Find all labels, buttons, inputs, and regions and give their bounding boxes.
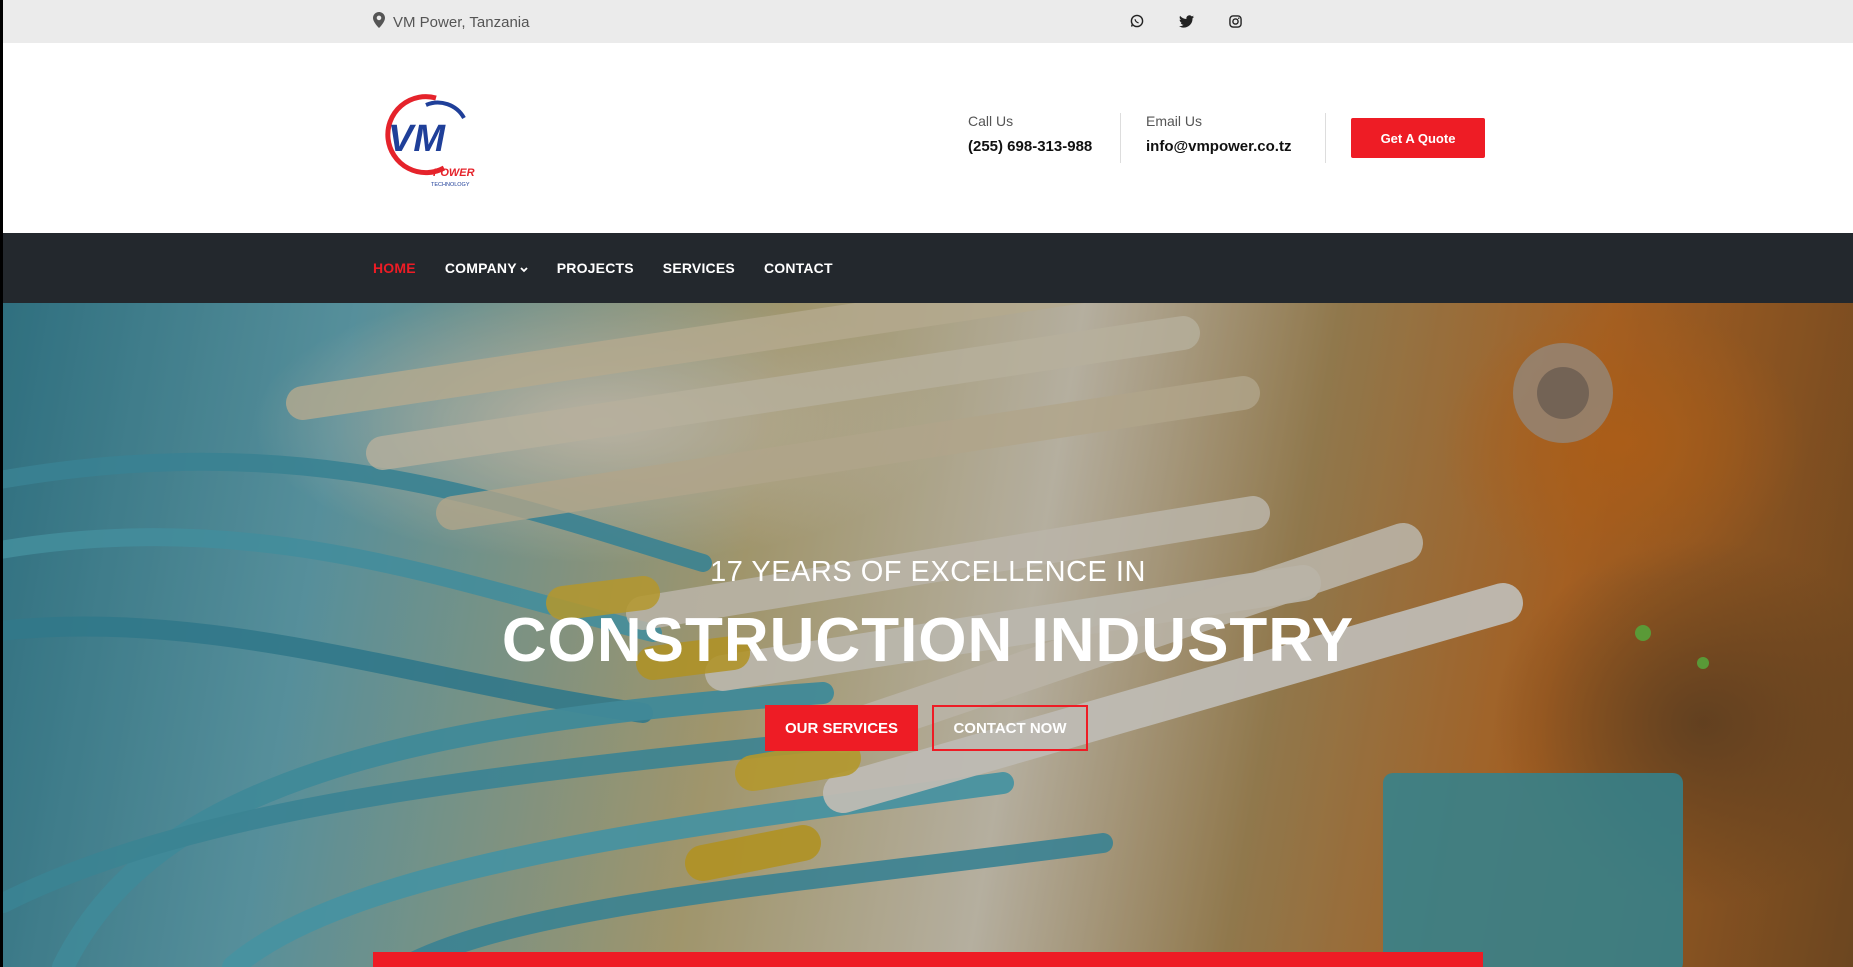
our-services-button[interactable]: OUR SERVICES (765, 705, 918, 751)
nav-item-contact[interactable]: CONTACT (764, 260, 833, 276)
chevron-down-icon (520, 260, 528, 276)
email-address[interactable]: info@vmpower.co.tz (1146, 138, 1291, 155)
logo-technology: TECHNOLOGY (431, 182, 470, 188)
nav-item-company[interactable]: COMPANY (445, 260, 528, 276)
top-bar: VM Power, Tanzania (3, 0, 1853, 43)
location-text: VM Power, Tanzania (393, 13, 530, 31)
logo-power: POWER (433, 167, 475, 179)
page: VM Power, Tanzania VM POWER TECHNOLOGY C… (3, 0, 1853, 967)
logo-letters: VM (388, 118, 446, 160)
location: VM Power, Tanzania (373, 12, 529, 32)
divider (1325, 113, 1326, 163)
call-number[interactable]: (255) 698-313-988 (968, 138, 1092, 155)
site-header: VM POWER TECHNOLOGY Call Us (255) 698-31… (3, 43, 1853, 233)
main-navigation: HOME COMPANY PROJECTS SERVICES CONTACT (3, 233, 1853, 303)
hero-title: CONSTRUCTION INDUSTRY (501, 606, 1355, 675)
social-links (1128, 12, 1244, 30)
site-logo[interactable]: VM POWER TECHNOLOGY (374, 83, 494, 198)
instagram-icon[interactable] (1226, 12, 1244, 30)
hero-banner: 17 YEARS OF EXCELLENCE IN CONSTRUCTION I… (3, 303, 1853, 967)
nav-item-services[interactable]: SERVICES (663, 260, 735, 276)
hero-subtitle: 17 YEARS OF EXCELLENCE IN (710, 556, 1146, 588)
contact-now-button[interactable]: CONTACT NOW (932, 705, 1088, 751)
hero-buttons: OUR SERVICES CONTACT NOW (765, 705, 1088, 751)
call-label: Call Us (968, 113, 1014, 129)
email-us: Email Us info@vmpower.co.tz (1146, 113, 1291, 155)
nav-item-home[interactable]: HOME (373, 260, 416, 276)
nav-item-projects[interactable]: PROJECTS (557, 260, 634, 276)
email-label: Email Us (1146, 113, 1203, 129)
divider (1120, 113, 1121, 163)
get-a-quote-button[interactable]: Get A Quote (1351, 118, 1485, 158)
map-pin-icon (373, 12, 385, 32)
call-us: Call Us (255) 698-313-988 (968, 113, 1092, 155)
red-strip (373, 952, 1483, 967)
twitter-icon[interactable] (1177, 12, 1195, 30)
whatsapp-icon[interactable] (1128, 12, 1146, 30)
